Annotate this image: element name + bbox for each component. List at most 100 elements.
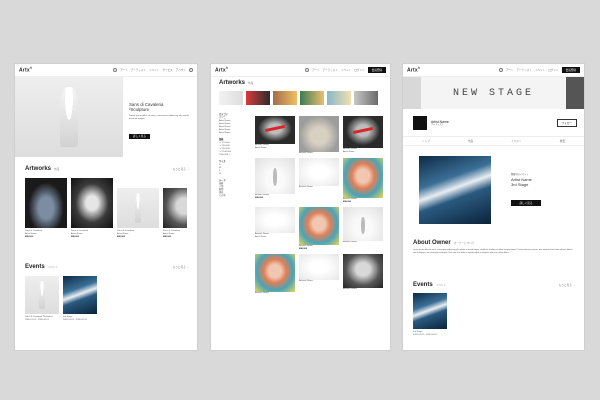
- thumbnail[interactable]: [354, 91, 378, 105]
- nav-item-artist[interactable]: アーティスト: [131, 68, 146, 72]
- event-date: 2020.01.01 - 2020.02.01: [25, 319, 49, 321]
- artwork-card[interactable]: Artwork Name Artist Name: [255, 116, 295, 155]
- artwork-image: [299, 207, 339, 245]
- event-date: 2020.01.01 - 2020.02.01: [63, 319, 87, 321]
- thumbnail[interactable]: [246, 91, 270, 105]
- home-page-mockup: Artx® アート アーティスト イベント サービス アバウト Sans di …: [15, 64, 197, 350]
- nav-item-login[interactable]: ログイン: [354, 68, 364, 72]
- follow-button[interactable]: フォロー: [556, 119, 577, 127]
- artwork-card[interactable]: Sans di Cavaleria Artist Name ¥88,000: [117, 178, 159, 239]
- user-icon[interactable]: [189, 68, 193, 72]
- artwork-card[interactable]: Sans di Cavaleria Artist Name ¥88,000: [25, 178, 67, 239]
- artwork-card[interactable]: Artwork Name: [255, 254, 295, 295]
- nav-item-about[interactable]: アバウト: [176, 68, 186, 72]
- thumbnail[interactable]: [273, 91, 297, 105]
- nav-item-event[interactable]: イベント: [149, 68, 159, 72]
- event-image: [25, 276, 59, 314]
- artworks-grid: Sans di Cavaleria Artist Name ¥88,000 Sa…: [25, 178, 193, 239]
- artwork-name: Artwork Name: [255, 292, 269, 294]
- feature-text: 開催中のイベント Artist Name 3rd Stage 詳しく見る: [511, 174, 569, 209]
- artwork-image: [299, 254, 339, 280]
- feature-detail-button[interactable]: 詳しく見る: [511, 200, 541, 206]
- header: Artx® アート アーティスト イベント サービス アバウト: [15, 64, 197, 77]
- artwork-card[interactable]: Artwork Name: [299, 254, 339, 295]
- thumbnail[interactable]: [300, 91, 324, 105]
- header: Artx® アート アーティスト イベント ログイン 会員登録: [403, 64, 584, 77]
- artwork-card[interactable]: Artwork Name: [299, 158, 339, 204]
- artwork-image: [343, 207, 383, 241]
- tab-works[interactable]: 作品: [468, 139, 473, 143]
- artwork-card[interactable]: Sans di Cavaleria Artist Name ¥88,000: [163, 178, 187, 239]
- nav-item-service[interactable]: サービス: [162, 68, 172, 72]
- register-button[interactable]: 会員登録: [561, 67, 580, 73]
- thumbnail[interactable]: [219, 91, 243, 105]
- nav-item-artist[interactable]: アーティスト: [323, 68, 338, 72]
- search-icon[interactable]: [304, 68, 309, 72]
- main-nav: アート アーティスト イベント ログイン 会員登録: [498, 67, 580, 73]
- artwork-card[interactable]: Artwork Name Artist Name: [343, 116, 383, 155]
- about-title: About Owner: [413, 240, 451, 246]
- nav-item-art[interactable]: アート: [506, 68, 514, 72]
- artwork-price: ¥88,000: [71, 236, 79, 238]
- hero-description: Lorem ipsum dolor sit amet, consectetur …: [129, 115, 189, 120]
- events-subtitle: イベント: [435, 284, 447, 287]
- artwork-image: [255, 254, 295, 292]
- artworks-title: Artworks: [25, 166, 52, 172]
- artwork-card[interactable]: Sans di Cavaleria Artist Name ¥88,000: [71, 178, 113, 239]
- hero-image: [15, 77, 123, 157]
- artwork-image: [299, 158, 339, 186]
- artwork-card[interactable]: Artwork Name ¥88,000: [255, 158, 295, 204]
- events-see-more-link[interactable]: もっと見る →: [559, 283, 575, 287]
- hero-detail-button[interactable]: 詳しく見る: [129, 134, 150, 139]
- nav-item-art[interactable]: アート: [120, 68, 128, 72]
- artwork-card[interactable]: Artwork Name Artist Name: [255, 207, 295, 251]
- artwork-name: Artwork Name: [343, 288, 357, 290]
- event-card[interactable]: Sans di Cavaleria ²Sculpture 2020.01.01 …: [25, 276, 59, 322]
- artwork-image: [163, 188, 187, 228]
- artworks-see-more-link[interactable]: もっと見る →: [173, 167, 189, 171]
- filter-option[interactable]: その他: [219, 195, 253, 198]
- register-button[interactable]: 会員登録: [367, 67, 386, 73]
- artwork-card[interactable]: Artwork Name ¥88,000: [299, 207, 339, 251]
- nav-item-event[interactable]: イベント: [341, 68, 351, 72]
- artwork-image: [343, 254, 383, 288]
- nav-item-artist[interactable]: アーティスト: [517, 68, 532, 72]
- artwork-image: [117, 188, 159, 228]
- tab-top[interactable]: トップ: [422, 139, 430, 143]
- nav-item-event[interactable]: イベント: [535, 68, 545, 72]
- artwork-card[interactable]: Artwork Name: [299, 116, 339, 155]
- nav-item-login[interactable]: ログイン: [548, 68, 558, 72]
- artwork-name: Artwork Name: [343, 241, 357, 243]
- events-see-more-link[interactable]: もっと見る →: [173, 265, 189, 269]
- artwork-image: [299, 116, 339, 152]
- artist-events-header: Events イベント もっと見る →: [413, 282, 575, 288]
- events-subtitle: イベント: [47, 266, 59, 269]
- artworks-subtitle: 作品: [54, 168, 60, 171]
- artist-banner: NEW STAGE: [403, 77, 584, 109]
- filter-sidebar: カテゴリ すべて Artist Name Artist Name Artist …: [219, 114, 253, 198]
- search-icon[interactable]: [113, 68, 118, 72]
- artwork-card[interactable]: Artwork Name ¥88,000: [343, 158, 383, 204]
- artwork-artist: Artist Name: [255, 147, 267, 149]
- tab-events[interactable]: イベント: [511, 139, 521, 143]
- search-icon[interactable]: [498, 68, 503, 72]
- artwork-card[interactable]: Artwork Name: [343, 254, 383, 295]
- event-card[interactable]: 3rd Stage 2020.01.01 - 2020.02.01: [63, 276, 97, 322]
- event-image: [413, 293, 447, 329]
- filter-option[interactable]: XL: [219, 173, 253, 176]
- logo[interactable]: Artx®: [215, 66, 228, 74]
- featured-thumbnails: [219, 91, 378, 105]
- filter-option[interactable]: ¥100,000 〜: [219, 154, 253, 157]
- filter-option[interactable]: Artist Name: [219, 132, 253, 135]
- artwork-name: Artwork Name: [299, 152, 313, 154]
- thumbnail[interactable]: [327, 91, 351, 105]
- feature-image[interactable]: [419, 156, 491, 224]
- logo[interactable]: Artx®: [19, 66, 32, 74]
- logo[interactable]: Artx®: [407, 66, 420, 74]
- nav-item-art[interactable]: アート: [312, 68, 320, 72]
- events-section-header: Events イベント もっと見る →: [25, 264, 189, 270]
- tab-about[interactable]: 概要: [560, 139, 565, 143]
- artwork-card[interactable]: Artwork Name: [343, 207, 383, 251]
- event-card[interactable]: 3rd Stage 2020.01.01 - 2020.02.01: [413, 293, 447, 337]
- artwork-artist: Artist Name: [255, 236, 267, 238]
